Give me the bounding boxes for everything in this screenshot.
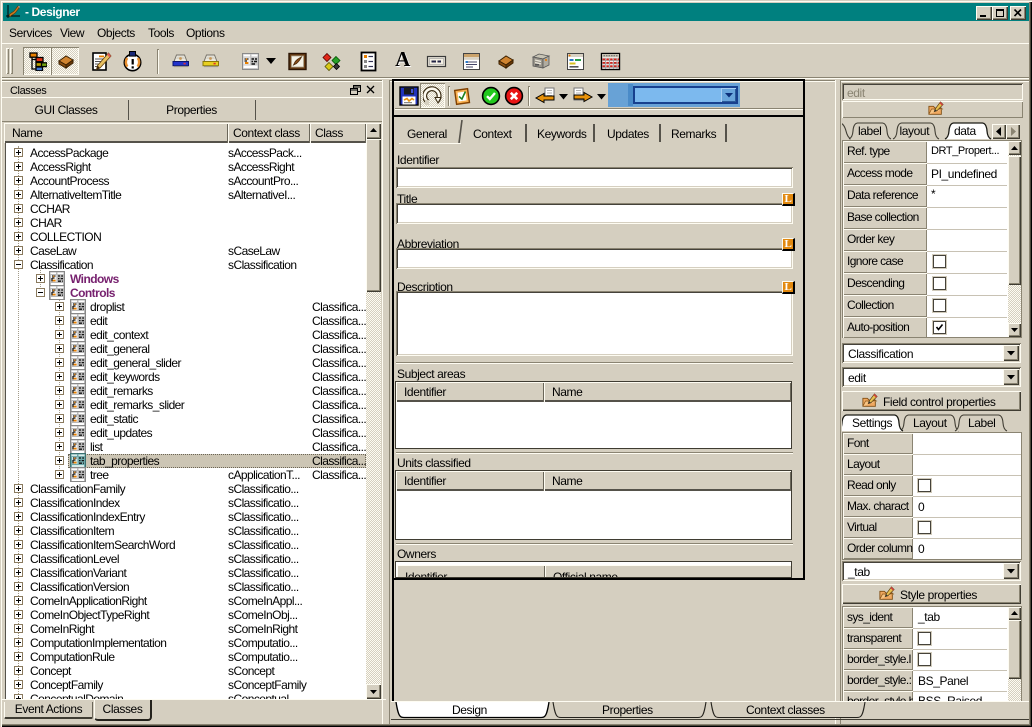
svg-text:data: data [954,124,976,138]
svg-text:Layout: Layout [913,416,948,430]
svg-text:layout: layout [900,124,931,138]
svg-text:Label: Label [968,416,995,430]
svg-text:Properties: Properties [602,703,653,717]
svg-text:Settings: Settings [852,416,893,430]
svg-text:Design: Design [452,703,487,717]
svg-text:label: label [858,124,881,138]
svg-text:Context classes: Context classes [746,703,825,717]
